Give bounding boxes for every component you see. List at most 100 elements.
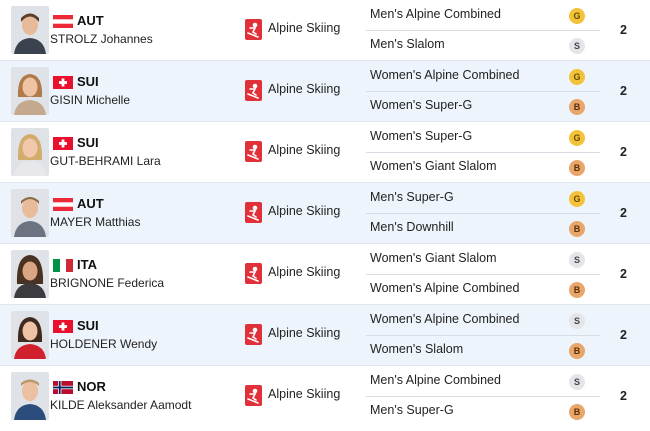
event-name: Women's Alpine Combined	[370, 281, 520, 295]
event-name: Women's Slalom	[370, 342, 464, 356]
event-name: Men's Super-G	[370, 403, 454, 417]
event-list: Women's Super-G G Women's Giant Slalom B	[366, 122, 600, 183]
event-name: Women's Giant Slalom	[370, 251, 497, 265]
event-name: Men's Super-G	[370, 190, 454, 204]
switzerland-flag-icon	[53, 76, 73, 89]
event-name: Men's Alpine Combined	[370, 373, 501, 387]
country-code: AUT	[77, 196, 104, 211]
bronze-medal-badge: B	[569, 282, 585, 298]
medal-total: 2	[620, 267, 627, 281]
gold-medal-badge: G	[569, 8, 585, 24]
sport-name: Alpine Skiing	[268, 204, 341, 218]
athlete-name[interactable]: STROLZ Johannes	[50, 32, 153, 47]
country-code: SUI	[77, 318, 99, 333]
medal-total: 2	[620, 23, 627, 37]
event-item: Women's Super-G B	[366, 91, 600, 121]
event-name: Men's Downhill	[370, 220, 454, 234]
event-list: Women's Alpine Combined S Women's Slalom…	[366, 305, 600, 366]
gold-medal-badge: G	[569, 191, 585, 207]
sport-name: Alpine Skiing	[268, 21, 341, 35]
event-item: Women's Super-G G	[366, 122, 600, 153]
event-item: Women's Alpine Combined B	[366, 274, 600, 304]
event-name: Women's Super-G	[370, 129, 473, 143]
alpine-skiing-icon	[245, 202, 262, 223]
event-name: Women's Super-G	[370, 98, 473, 112]
event-item: Women's Giant Slalom S	[366, 244, 600, 275]
event-item: Women's Alpine Combined G	[366, 61, 600, 92]
event-list: Women's Giant Slalom S Women's Alpine Co…	[366, 244, 600, 305]
gold-medal-badge: G	[569, 130, 585, 146]
table-row[interactable]: SUI GUT-BEHRAMI Lara Alpine Skiing Women…	[0, 122, 650, 183]
event-item: Men's Super-G B	[366, 396, 600, 426]
alpine-skiing-icon	[245, 80, 262, 101]
athlete-name[interactable]: MAYER Matthias	[50, 215, 140, 230]
athlete-name[interactable]: KILDE Aleksander Aamodt	[50, 398, 191, 413]
event-list: Men's Super-G G Men's Downhill B	[366, 183, 600, 244]
country-code: SUI	[77, 74, 99, 89]
athlete-name[interactable]: GUT-BEHRAMI Lara	[50, 154, 161, 169]
medal-total: 2	[620, 389, 627, 403]
event-item: Men's Alpine Combined S	[366, 366, 600, 397]
norway-flag-icon	[53, 381, 73, 394]
athlete-name[interactable]: BRIGNONE Federica	[50, 276, 164, 291]
gold-medal-badge: G	[569, 69, 585, 85]
sport-name: Alpine Skiing	[268, 82, 341, 96]
athlete-photo	[11, 128, 49, 176]
event-item: Men's Super-G G	[366, 183, 600, 214]
italy-flag-icon	[53, 259, 73, 272]
event-list: Men's Alpine Combined G Men's Slalom S	[366, 0, 600, 61]
event-list: Women's Alpine Combined G Women's Super-…	[366, 61, 600, 122]
sport-name: Alpine Skiing	[268, 265, 341, 279]
bronze-medal-badge: B	[569, 221, 585, 237]
athlete-photo	[11, 311, 49, 359]
sport-name: Alpine Skiing	[268, 326, 341, 340]
athlete-photo	[11, 6, 49, 54]
athlete-photo	[11, 372, 49, 420]
table-row[interactable]: NOR KILDE Aleksander Aamodt Alpine Skiin…	[0, 366, 650, 431]
event-list: Men's Alpine Combined S Men's Super-G B	[366, 366, 600, 427]
silver-medal-badge: S	[569, 38, 585, 54]
event-name: Women's Giant Slalom	[370, 159, 497, 173]
sport-name: Alpine Skiing	[268, 143, 341, 157]
country-code: AUT	[77, 13, 104, 28]
bronze-medal-badge: B	[569, 160, 585, 176]
austria-flag-icon	[53, 198, 73, 211]
switzerland-flag-icon	[53, 320, 73, 333]
alpine-skiing-icon	[245, 263, 262, 284]
silver-medal-badge: S	[569, 313, 585, 329]
medal-total: 2	[620, 84, 627, 98]
athlete-name[interactable]: GISIN Michelle	[50, 93, 130, 108]
medal-total: 2	[620, 328, 627, 342]
event-item: Women's Slalom B	[366, 335, 600, 365]
alpine-skiing-icon	[245, 19, 262, 40]
alpine-skiing-icon	[245, 141, 262, 162]
austria-flag-icon	[53, 15, 73, 28]
medal-total: 2	[620, 206, 627, 220]
country-code: NOR	[77, 379, 106, 394]
silver-medal-badge: S	[569, 252, 585, 268]
bronze-medal-badge: B	[569, 343, 585, 359]
table-row[interactable]: ITA BRIGNONE Federica Alpine Skiing Wome…	[0, 244, 650, 305]
event-name: Men's Alpine Combined	[370, 7, 501, 21]
alpine-skiing-icon	[245, 385, 262, 406]
athlete-name[interactable]: HOLDENER Wendy	[50, 337, 157, 352]
event-item: Women's Alpine Combined S	[366, 305, 600, 336]
event-name: Women's Alpine Combined	[370, 68, 520, 82]
event-name: Men's Slalom	[370, 37, 445, 51]
athlete-photo	[11, 250, 49, 298]
table-row[interactable]: AUT MAYER Matthias Alpine Skiing Men's S…	[0, 183, 650, 244]
bronze-medal-badge: B	[569, 99, 585, 115]
table-row[interactable]: SUI HOLDENER Wendy Alpine Skiing Women's…	[0, 305, 650, 366]
table-row[interactable]: SUI GISIN Michelle Alpine Skiing Women's…	[0, 61, 650, 122]
event-item: Women's Giant Slalom B	[366, 152, 600, 182]
silver-medal-badge: S	[569, 374, 585, 390]
bronze-medal-badge: B	[569, 404, 585, 420]
athlete-photo	[11, 189, 49, 237]
event-item: Men's Slalom S	[366, 30, 600, 60]
country-code: ITA	[77, 257, 97, 272]
event-name: Women's Alpine Combined	[370, 312, 520, 326]
table-row[interactable]: AUT STROLZ Johannes Alpine Skiing Men's …	[0, 0, 650, 61]
event-item: Men's Alpine Combined G	[366, 0, 600, 31]
sport-name: Alpine Skiing	[268, 387, 341, 401]
alpine-skiing-icon	[245, 324, 262, 345]
